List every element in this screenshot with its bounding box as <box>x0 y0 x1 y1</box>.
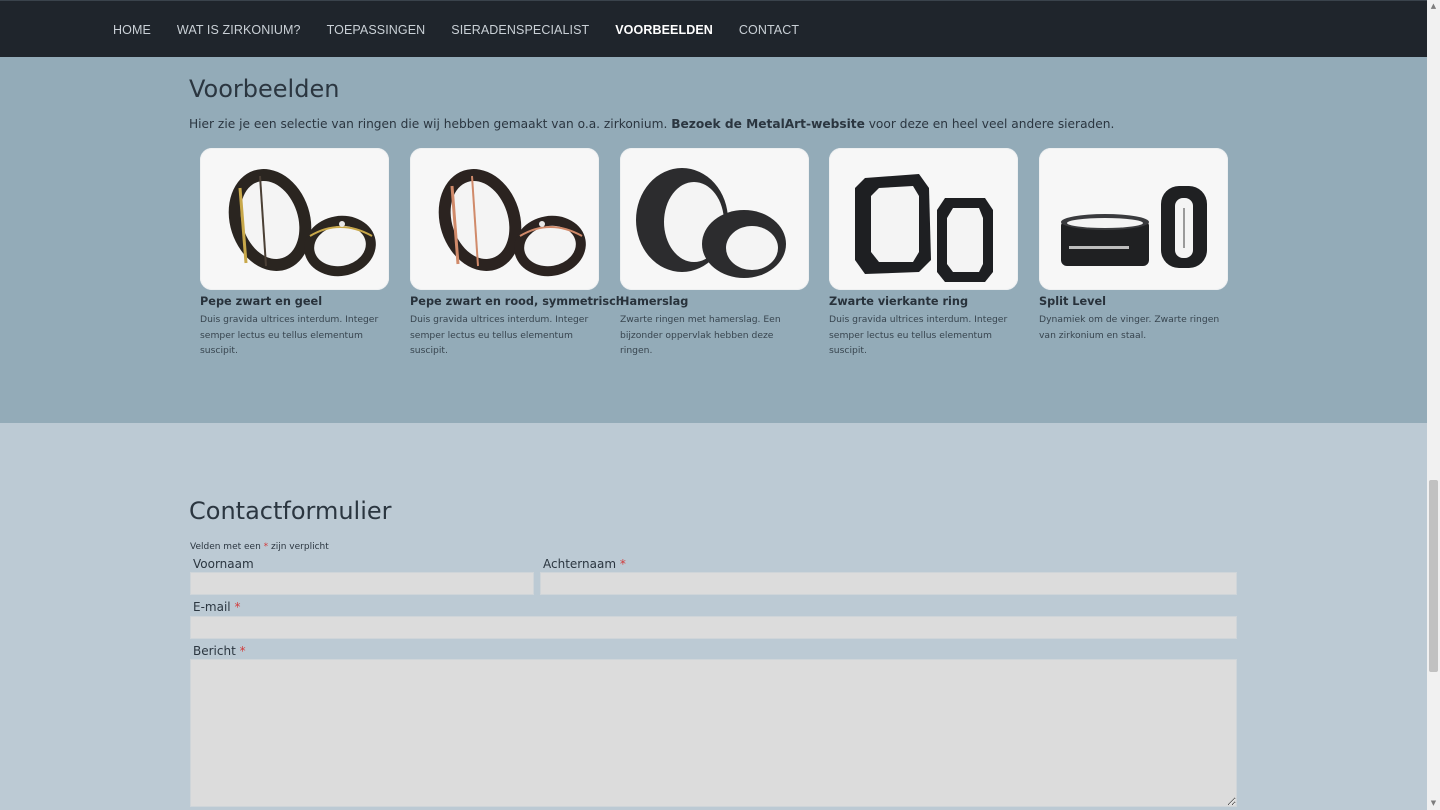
firstname-input[interactable] <box>190 572 534 595</box>
scrollbar-thumb[interactable] <box>1429 480 1438 672</box>
email-label-text: E-mail <box>193 600 231 614</box>
lastname-label: Achternaam * <box>543 557 626 571</box>
examples-intro: Hier zie je een selectie van ringen die … <box>189 117 1114 131</box>
card-title: Zwarte vierkante ring <box>829 295 969 308</box>
message-label: Bericht * <box>193 644 246 658</box>
scroll-down-icon[interactable]: ▼ <box>1427 797 1440 810</box>
ring-image[interactable] <box>829 148 1018 290</box>
nav-menu: HOME WAT IS ZIRKONIUM? TOEPASSINGEN SIER… <box>113 1 825 58</box>
example-card[interactable]: Split Level Dynamiek om de vinger. Zwart… <box>1039 148 1229 343</box>
metalart-link[interactable]: Bezoek de MetalArt-website <box>671 117 865 131</box>
card-description: Duis gravida ultrices interdum. Integer … <box>200 314 379 357</box>
example-card[interactable]: Zwarte vierkante ring Duis gravida ultri… <box>829 148 1019 359</box>
page-scrollbar[interactable]: ▲ ▼ <box>1427 0 1440 810</box>
card-description: Dynamiek om de vinger. Zwarte ringen van… <box>1039 314 1220 341</box>
lastname-label-text: Achternaam <box>543 557 617 571</box>
nav-item-contact[interactable]: CONTACT <box>739 23 799 37</box>
card-title: Hamerslag <box>620 295 689 308</box>
card-title: Pepe zwart en geel <box>200 295 323 308</box>
ring-image[interactable] <box>620 148 809 290</box>
ring-image[interactable] <box>1039 148 1228 290</box>
ring-image[interactable] <box>200 148 389 290</box>
scroll-up-icon[interactable]: ▲ <box>1427 0 1440 13</box>
required-asterisk: * <box>234 600 241 614</box>
nav-item-toepassingen[interactable]: TOEPASSINGEN <box>327 23 426 37</box>
card-description: Duis gravida ultrices interdum. Integer … <box>829 314 1008 357</box>
card-description: Zwarte ringen met hamerslag. Een bijzond… <box>620 314 781 357</box>
nav-item-home[interactable]: HOME <box>113 23 151 37</box>
message-textarea[interactable] <box>190 659 1237 807</box>
firstname-label: Voornaam <box>193 557 254 571</box>
required-note-text-end: zijn verplicht <box>268 542 329 552</box>
card-title: Pepe zwart en rood, symmetrisch <box>410 295 624 308</box>
required-note-text: Velden met een <box>190 542 264 552</box>
firstname-label-text: Voornaam <box>193 557 254 571</box>
required-fields-note: Velden met een * zijn verplicht <box>190 542 329 552</box>
required-asterisk: * <box>239 644 246 658</box>
example-card[interactable]: Pepe zwart en geel Duis gravida ultrices… <box>200 148 390 359</box>
examples-title: Voorbeelden <box>189 75 340 103</box>
intro-text-end: voor deze en heel veel andere sieraden. <box>864 117 1115 131</box>
card-description: Duis gravida ultrices interdum. Integer … <box>410 314 589 357</box>
required-asterisk: * <box>619 557 626 571</box>
nav-item-wat-is-zirkonium[interactable]: WAT IS ZIRKONIUM? <box>177 23 301 37</box>
card-title: Split Level <box>1039 295 1107 308</box>
email-input[interactable] <box>190 616 1237 639</box>
intro-text: Hier zie je een selectie van ringen die … <box>189 117 672 131</box>
message-label-text: Bericht <box>193 644 236 658</box>
contact-form-title: Contactformulier <box>189 497 392 525</box>
lastname-input[interactable] <box>540 572 1237 595</box>
nav-item-sieradenspecialist[interactable]: SIERADENSPECIALIST <box>451 23 589 37</box>
top-navigation: HOME WAT IS ZIRKONIUM? TOEPASSINGEN SIER… <box>0 0 1427 57</box>
nav-item-voorbeelden[interactable]: VOORBEELDEN <box>615 23 713 37</box>
email-label: E-mail * <box>193 600 240 614</box>
example-card[interactable]: Hamerslag Zwarte ringen met hamerslag. E… <box>620 148 810 359</box>
example-card[interactable]: Pepe zwart en rood, symmetrisch Duis gra… <box>410 148 624 359</box>
ring-image[interactable] <box>410 148 599 290</box>
